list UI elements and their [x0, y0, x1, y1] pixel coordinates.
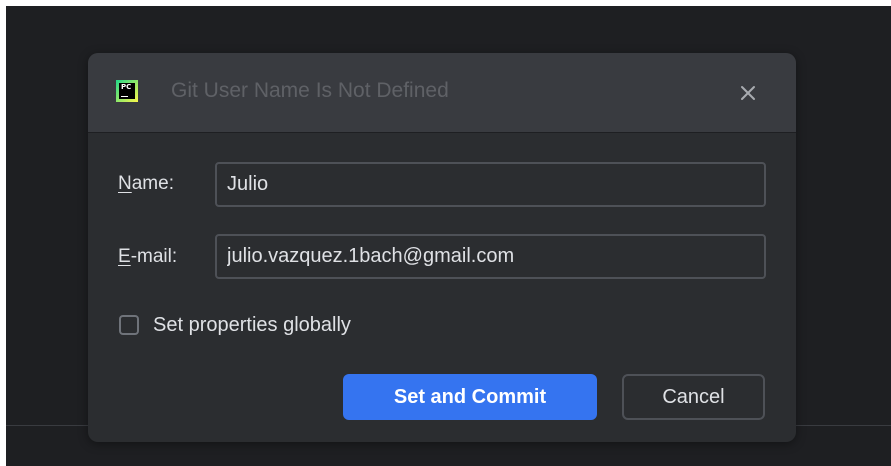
name-field[interactable] [215, 162, 766, 207]
set-globally-checkbox[interactable] [119, 315, 139, 335]
set-and-commit-button[interactable]: Set and Commit [343, 374, 597, 420]
email-label-text: -mail: [130, 246, 178, 267]
email-label: E-mail: [118, 246, 177, 268]
dialog-title: Git User Name Is Not Defined [171, 79, 449, 102]
git-user-dialog: PC Git User Name Is Not Defined Name: E-… [88, 53, 796, 442]
pycharm-icon-bar [121, 96, 128, 97]
pycharm-icon: PC [116, 80, 138, 102]
set-globally-option[interactable]: Set properties globally [119, 311, 351, 339]
name-label-mnemonic: N [118, 173, 132, 194]
set-globally-label: Set properties globally [153, 313, 351, 336]
email-field[interactable] [215, 234, 766, 279]
email-label-mnemonic: E [118, 246, 131, 267]
name-label: Name: [118, 173, 174, 195]
dialog-titlebar[interactable]: PC Git User Name Is Not Defined [88, 53, 796, 133]
close-icon[interactable] [732, 77, 764, 109]
name-label-text: ame: [131, 173, 174, 194]
cancel-button[interactable]: Cancel [622, 374, 765, 420]
